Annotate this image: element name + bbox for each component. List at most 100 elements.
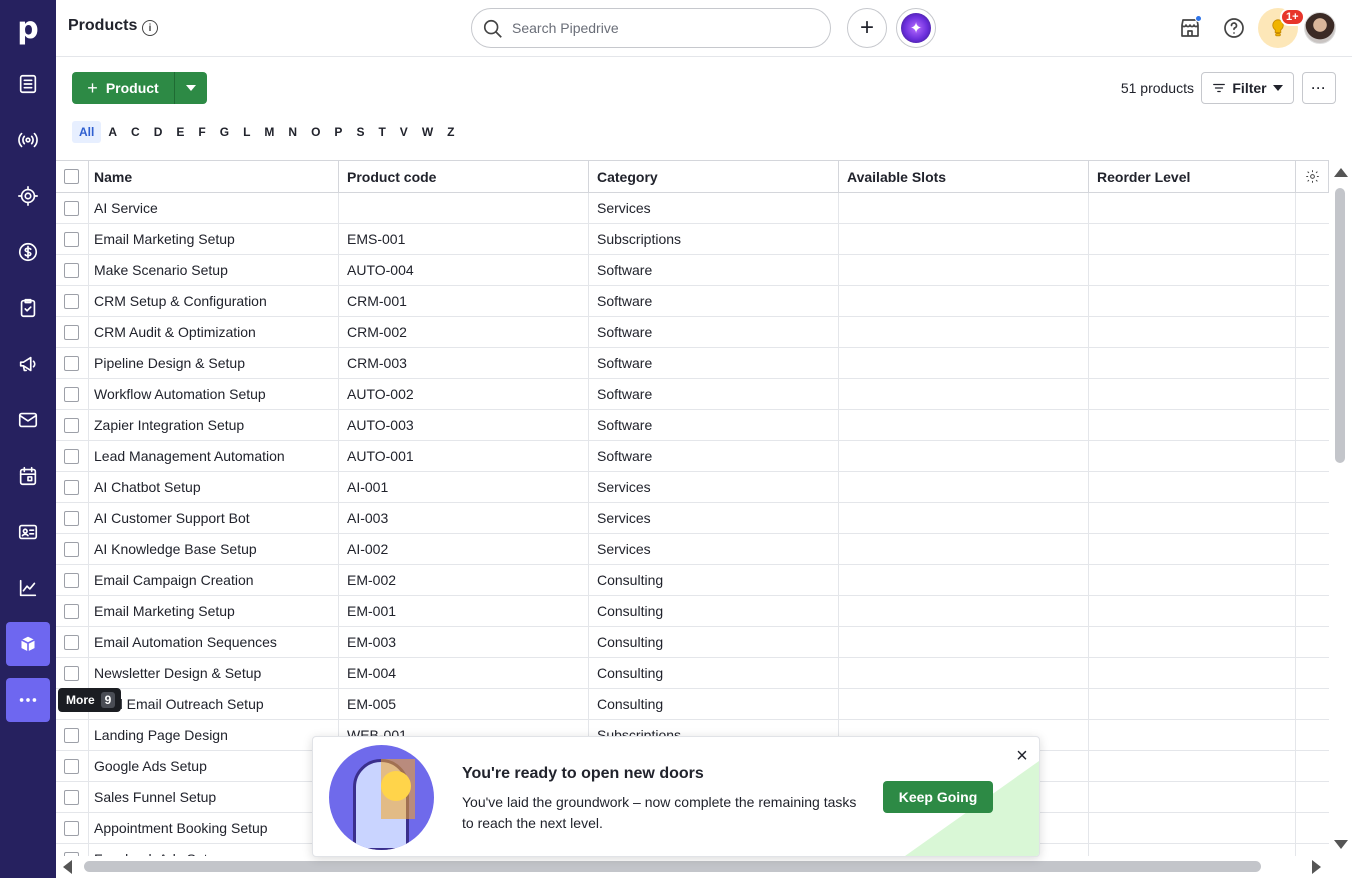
row-checkbox[interactable]	[64, 572, 79, 588]
row-checkbox[interactable]	[64, 417, 79, 433]
alphabet-letter[interactable]: M	[257, 121, 281, 143]
column-header-product-code[interactable]: Product code	[339, 161, 589, 192]
row-checkbox[interactable]	[64, 603, 79, 619]
available-slots-cell[interactable]	[839, 224, 1089, 254]
product-name-cell[interactable]: Make Scenario Setup	[89, 255, 339, 285]
table-row[interactable]: Email Marketing Setup EM-001 Consulting	[56, 596, 1329, 627]
row-checkbox[interactable]	[64, 820, 79, 836]
available-slots-cell[interactable]	[839, 193, 1089, 223]
table-row[interactable]: CRM Setup & Configuration CRM-001 Software	[56, 286, 1329, 317]
deals-dollar-icon[interactable]	[6, 230, 50, 274]
available-slots-cell[interactable]	[839, 596, 1089, 626]
alphabet-letter[interactable]: E	[169, 121, 191, 143]
row-checkbox[interactable]	[64, 448, 79, 464]
product-code-cell[interactable]: EM-003	[339, 627, 589, 657]
info-icon[interactable]: i	[142, 20, 158, 36]
table-row[interactable]: Newsletter Design & Setup EM-004 Consultin…	[56, 658, 1329, 689]
category-cell[interactable]: Consulting	[589, 627, 839, 657]
tasks-clipboard-icon[interactable]	[6, 286, 50, 330]
row-checkbox[interactable]	[64, 355, 79, 371]
available-slots-cell[interactable]	[839, 348, 1089, 378]
column-header-name[interactable]: Name	[89, 161, 339, 192]
reorder-level-cell[interactable]	[1089, 844, 1296, 856]
row-checkbox[interactable]	[64, 386, 79, 402]
alphabet-letter[interactable]: T	[371, 121, 392, 143]
product-name-cell[interactable]: AI Chatbot Setup	[89, 472, 339, 502]
available-slots-cell[interactable]	[839, 565, 1089, 595]
available-slots-cell[interactable]	[839, 503, 1089, 533]
help-icon[interactable]	[1220, 14, 1248, 42]
row-checkbox[interactable]	[64, 727, 79, 743]
table-row[interactable]: AI Chatbot Setup AI-001 Services	[56, 472, 1329, 503]
add-product-button[interactable]: + Product	[72, 72, 174, 104]
target-icon[interactable]	[6, 174, 50, 218]
alphabet-letter[interactable]: P	[327, 121, 349, 143]
mail-icon[interactable]	[6, 398, 50, 442]
category-cell[interactable]: Subscriptions	[589, 224, 839, 254]
reorder-level-cell[interactable]	[1089, 286, 1296, 316]
close-icon[interactable]: ×	[1013, 745, 1031, 767]
filter-button[interactable]: Filter	[1201, 72, 1294, 104]
row-checkbox[interactable]	[64, 758, 79, 774]
product-name-cell[interactable]: Email Marketing Setup	[89, 224, 339, 254]
reorder-level-cell[interactable]	[1089, 565, 1296, 595]
product-name-cell[interactable]: CRM Setup & Configuration	[89, 286, 339, 316]
available-slots-cell[interactable]	[839, 410, 1089, 440]
more-actions-button[interactable]: ···	[1302, 72, 1336, 104]
product-code-cell[interactable]: AUTO-001	[339, 441, 589, 471]
available-slots-cell[interactable]	[839, 627, 1089, 657]
product-code-cell[interactable]: CRM-003	[339, 348, 589, 378]
reorder-level-cell[interactable]	[1089, 224, 1296, 254]
insights-chart-icon[interactable]	[6, 566, 50, 610]
alphabet-letter[interactable]: O	[304, 121, 327, 143]
table-row[interactable]: AI Customer Support Bot AI-003 Services	[56, 503, 1329, 534]
available-slots-cell[interactable]	[839, 658, 1089, 688]
row-checkbox[interactable]	[64, 479, 79, 495]
alphabet-letter[interactable]: All	[72, 121, 102, 143]
row-checkbox[interactable]	[64, 510, 79, 526]
contacts-card-icon[interactable]	[6, 510, 50, 554]
category-cell[interactable]: Services	[589, 534, 839, 564]
vertical-scroll-thumb[interactable]	[1335, 188, 1345, 463]
product-name-cell[interactable]: Sales Funnel Setup	[89, 782, 339, 812]
alphabet-letter[interactable]: N	[281, 121, 304, 143]
table-row[interactable]: Cold Email Outreach Setup EM-005 Consultin…	[56, 689, 1329, 720]
reorder-level-cell[interactable]	[1089, 534, 1296, 564]
reorder-level-cell[interactable]	[1089, 348, 1296, 378]
alphabet-letter[interactable]: F	[191, 121, 212, 143]
reorder-level-cell[interactable]	[1089, 627, 1296, 657]
row-checkbox[interactable]	[64, 665, 79, 681]
available-slots-cell[interactable]	[839, 472, 1089, 502]
row-checkbox[interactable]	[64, 231, 79, 247]
product-code-cell[interactable]: AI-001	[339, 472, 589, 502]
product-code-cell[interactable]: AUTO-004	[339, 255, 589, 285]
reorder-level-cell[interactable]	[1089, 503, 1296, 533]
product-name-cell[interactable]: Email Automation Sequences	[89, 627, 339, 657]
product-code-cell[interactable]: EM-005	[339, 689, 589, 719]
marketplace-icon[interactable]	[1176, 14, 1204, 42]
available-slots-cell[interactable]	[839, 534, 1089, 564]
reorder-level-cell[interactable]	[1089, 441, 1296, 471]
column-header-reorder-level[interactable]: Reorder Level	[1089, 161, 1296, 192]
category-cell[interactable]: Software	[589, 317, 839, 347]
alphabet-letter[interactable]: C	[124, 121, 147, 143]
product-name-cell[interactable]: Zapier Integration Setup	[89, 410, 339, 440]
alphabet-letter[interactable]: D	[147, 121, 170, 143]
more-dots-icon[interactable]	[6, 678, 50, 722]
available-slots-cell[interactable]	[839, 379, 1089, 409]
vertical-scrollbar[interactable]	[1329, 160, 1352, 856]
scroll-right-arrow[interactable]	[1312, 860, 1321, 874]
category-cell[interactable]: Software	[589, 255, 839, 285]
category-cell[interactable]: Services	[589, 503, 839, 533]
row-checkbox[interactable]	[64, 200, 79, 216]
pipedrive-logo[interactable]: p	[0, 0, 56, 56]
product-name-cell[interactable]: Cold Email Outreach Setup	[89, 689, 339, 719]
reorder-level-cell[interactable]	[1089, 689, 1296, 719]
product-code-cell[interactable]: AUTO-002	[339, 379, 589, 409]
column-header-category[interactable]: Category	[589, 161, 839, 192]
product-name-cell[interactable]: Facebook Ads Setup	[89, 844, 339, 856]
available-slots-cell[interactable]	[839, 255, 1089, 285]
product-name-cell[interactable]: Newsletter Design & Setup	[89, 658, 339, 688]
row-checkbox[interactable]	[64, 324, 79, 340]
product-code-cell[interactable]: AI-002	[339, 534, 589, 564]
